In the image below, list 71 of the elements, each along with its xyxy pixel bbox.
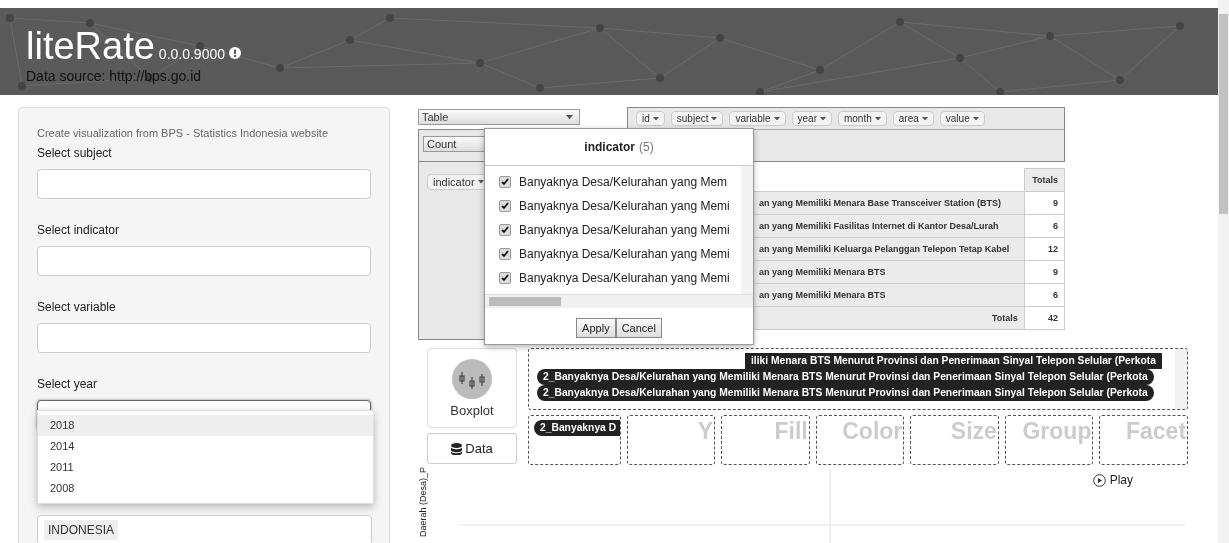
- table-row-label: an yang Memiliki Keluarga Pelanggan Telepon Tetap Kabel: [752, 237, 1025, 261]
- caret-icon: [819, 116, 826, 121]
- y-axis-label: Daerah (Desa)_P: [418, 467, 429, 538]
- filter-item: Banyaknya Desa/Kelurahan yang Memi: [519, 199, 730, 213]
- geom-label: Boxplot: [450, 402, 494, 418]
- renderer-select[interactable]: Table: [418, 109, 580, 125]
- play-icon: [1092, 473, 1106, 487]
- area-tag[interactable]: INDONESIA: [44, 520, 118, 540]
- table-header: Totals: [1024, 168, 1065, 192]
- boxplot-icon: [452, 358, 492, 399]
- filter-item: Banyaknya Desa/Kelurahan yang Memi: [519, 271, 730, 285]
- year-option[interactable]: 2014: [38, 436, 373, 457]
- table-row-label: an yang Memiliki Fasilitas Internet di Kantor Desa/Lurah: [752, 214, 1025, 238]
- data-source-text: Data source: http://bps.go.id: [26, 68, 203, 84]
- caret-icon: [874, 116, 881, 121]
- caret-icon: [773, 116, 780, 121]
- attribute-chip[interactable]: area: [892, 111, 934, 126]
- field-chip[interactable]: 2_Banyaknya Desa/Kelurahan yang Memiliki Menara BTS Menurut Provinsi dan Penerimaan Sinyal Telepon Selular (Perkota: [537, 385, 1154, 401]
- year-option[interactable]: 2011: [38, 457, 373, 478]
- caret-icon: [921, 116, 928, 121]
- year-option[interactable]: 2018: [38, 415, 373, 436]
- year-option[interactable]: 2008: [38, 478, 373, 499]
- app-title: liteRate: [26, 26, 155, 66]
- field-label: Select indicator: [37, 223, 121, 237]
- filter-item: Banyaknya Desa/Kelurahan yang Mem: [519, 175, 728, 189]
- attribute-chip[interactable]: value: [939, 111, 985, 126]
- scrollbar[interactable]: [1218, 0, 1229, 543]
- select-field[interactable]: [37, 246, 371, 276]
- caret-icon: [711, 116, 718, 121]
- caret-icon: [652, 116, 659, 121]
- checkbox[interactable]: [499, 248, 511, 260]
- data-button[interactable]: Data: [427, 433, 517, 464]
- field-chip[interactable]: 2_Banyaknya D: [534, 420, 620, 436]
- checkbox[interactable]: [499, 224, 511, 236]
- popup-button[interactable]: Cancel: [615, 318, 662, 338]
- scrollbar[interactable]: [741, 166, 753, 294]
- attribute-chip[interactable]: variable: [729, 111, 786, 126]
- table-row-label: an yang Memiliki Menara BTS: [752, 283, 1025, 307]
- scrollbar[interactable]: [485, 294, 753, 308]
- field-label: Select variable: [37, 300, 117, 314]
- filter-item: Banyaknya Desa/Kelurahan yang Memi: [519, 223, 730, 237]
- select-field[interactable]: [37, 169, 371, 199]
- play-button[interactable]: Play: [1092, 473, 1133, 487]
- attribute-chip[interactable]: month: [837, 111, 887, 126]
- select-field[interactable]: [37, 323, 371, 353]
- table-row-label: an yang Memiliki Menara BTS: [752, 260, 1025, 284]
- checkbox[interactable]: [499, 176, 511, 188]
- info-icon[interactable]: [229, 47, 241, 59]
- caret-icon: [566, 114, 573, 120]
- geom-card[interactable]: Boxplot: [427, 348, 517, 428]
- filter-item: Banyaknya Desa/Kelurahan yang Memi: [519, 247, 730, 261]
- scrollbar[interactable]: [1175, 349, 1187, 409]
- table-row-label: Totals: [752, 306, 1025, 330]
- field-label: Select subject: [37, 146, 113, 160]
- caret-icon: [972, 116, 979, 121]
- checkbox[interactable]: [499, 272, 511, 284]
- field-label: Select year: [37, 377, 99, 391]
- version-number: 0.0.0.9000: [158, 46, 225, 62]
- checkbox[interactable]: [499, 200, 511, 212]
- popup-title: indicator: [584, 140, 635, 154]
- popup-count: (5): [639, 140, 654, 154]
- caret-icon: [477, 180, 484, 184]
- attribute-chip[interactable]: id: [636, 111, 665, 126]
- database-icon: [451, 442, 463, 455]
- table-row-label: an yang Memiliki Menara Base Transceiver Station (BTS): [752, 191, 1025, 215]
- popup-button[interactable]: Apply: [576, 318, 616, 338]
- attribute-chip[interactable]: year: [791, 111, 832, 126]
- field-chip[interactable]: 2_Banyaknya Desa/Kelurahan yang Memiliki Menara BTS Menurut Provinsi dan Penerimaan Sinyal Telepon Selular (Perkota: [537, 369, 1154, 385]
- attribute-chip[interactable]: subject: [670, 111, 724, 126]
- intro-text: Create visualization from BPS - Statistics Indonesia website: [37, 127, 330, 139]
- area-field[interactable]: INDONESIA: [37, 515, 372, 543]
